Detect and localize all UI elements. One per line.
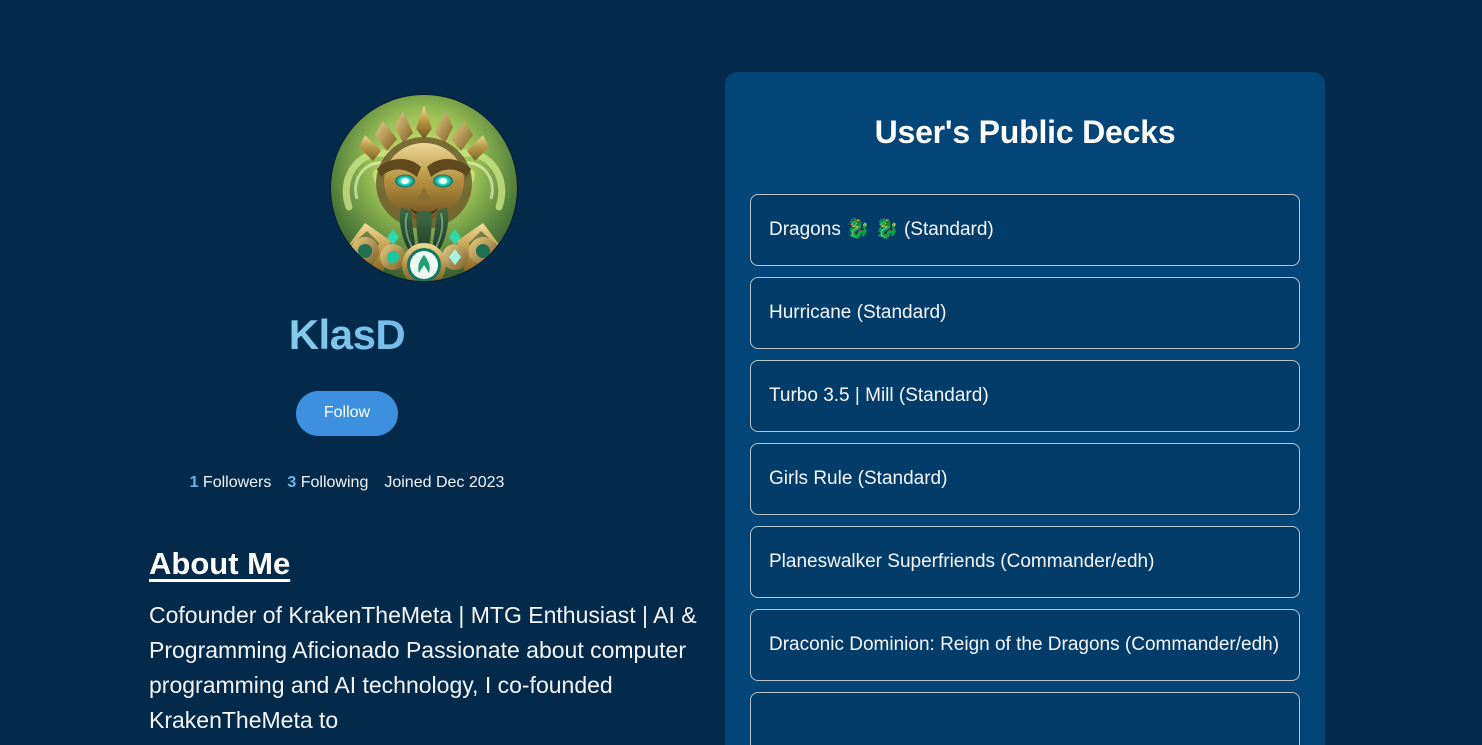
joined-date: Joined Dec 2023 <box>384 474 505 491</box>
deck-name: Dragons 🐉 🐉 (Standard) <box>769 219 994 240</box>
page-title: KlasD <box>0 311 710 359</box>
deck-list-item[interactable]: Draconic Dominion: Reign of the Dragons … <box>750 609 1300 681</box>
avatar-wrapper <box>331 95 517 281</box>
avatar[interactable] <box>331 95 517 281</box>
deck-name: Draconic Dominion: Reign of the Dragons … <box>769 634 1280 655</box>
following-count: 3 <box>287 474 297 491</box>
about-me-text: Cofounder of KrakenTheMeta | MTG Enthusi… <box>149 602 697 733</box>
about-me-heading: About Me <box>149 546 291 581</box>
profile-stats: 1 Followers 3 Following Joined Dec 2023 <box>0 474 710 492</box>
decks-list: Dragons 🐉 🐉 (Standard) Hurricane (Standa… <box>750 194 1300 745</box>
followers-count: 1 <box>189 474 199 491</box>
profile-column: KlasD Follow 1 Followers 3 Following Joine… <box>0 0 710 745</box>
deck-list-item[interactable]: Turbo 3.5 | Mill (Standard) <box>750 360 1300 432</box>
following-label: Following <box>300 474 369 491</box>
public-decks-panel: User's Public Decks Dragons 🐉 🐉 (Standar… <box>725 72 1325 745</box>
deck-name: Planeswalker Superfriends (Commander/edh… <box>769 551 1155 572</box>
deck-name: Hurricane (Standard) <box>769 302 947 323</box>
followers-stat[interactable]: 1 Followers <box>190 474 272 492</box>
deck-list-item[interactable]: Planeswalker Superfriends (Commander/edh… <box>750 526 1300 598</box>
deck-list-item[interactable]: Girls Rule (Standard) <box>750 443 1300 515</box>
deck-name: Girls Rule (Standard) <box>769 468 948 489</box>
profile-page: KlasD Follow 1 Followers 3 Following Joine… <box>0 0 1482 745</box>
deck-list-item[interactable]: Dragons 🐉 🐉 (Standard) <box>750 194 1300 266</box>
deck-list-item[interactable]: Hurricane (Standard) <box>750 277 1300 349</box>
follow-button[interactable]: Follow <box>295 391 399 436</box>
follow-row: Follow <box>0 391 710 436</box>
following-stat[interactable]: 3 Following <box>287 474 368 492</box>
deck-name: Turbo 3.5 | Mill (Standard) <box>769 385 989 406</box>
followers-label: Followers <box>202 474 272 491</box>
decks-panel-title: User's Public Decks <box>874 114 1176 150</box>
deck-list-item[interactable] <box>750 692 1300 745</box>
